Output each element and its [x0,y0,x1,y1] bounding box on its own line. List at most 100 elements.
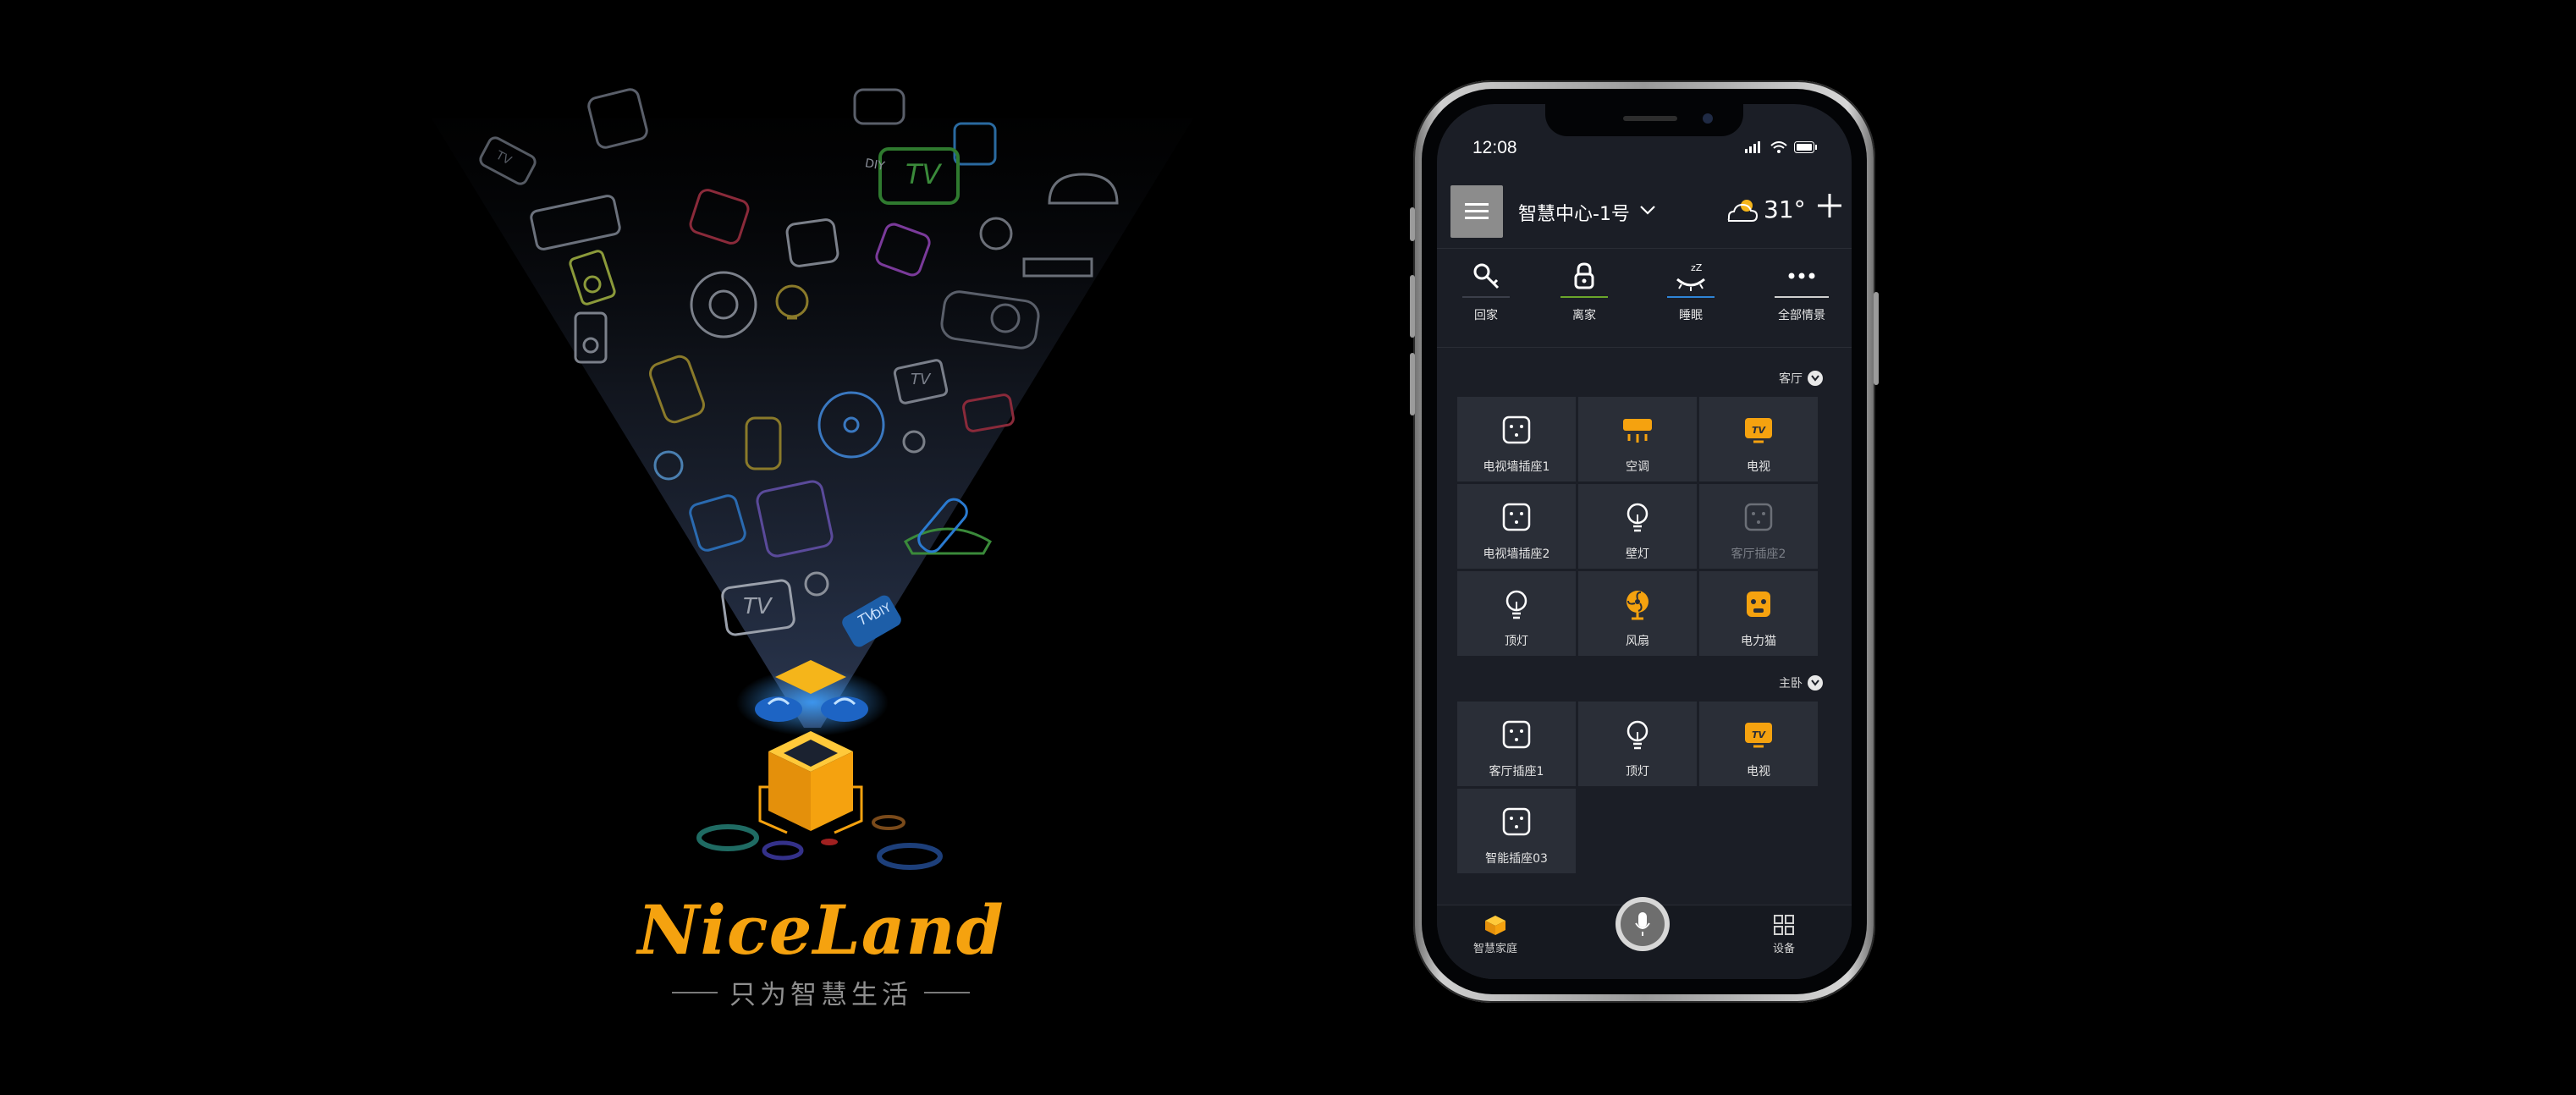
slogan-text: 只为智慧生活 [729,980,912,1010]
app-header: 智慧中心-1号 31° [1437,185,1852,241]
device-label: 客厅插座1 [1489,765,1544,779]
hamburger-icon [1465,210,1489,212]
tv-icon: TV [1745,723,1772,748]
tab-smart-home[interactable]: 智慧家庭 [1466,914,1525,955]
scene-label: 回家 [1474,309,1498,322]
lock-icon [1574,262,1594,289]
scene-all[interactable]: 全部情景 [1764,259,1840,323]
bulb-icon [1627,503,1649,532]
glow-ring [762,840,804,861]
grid-icon [1774,915,1794,935]
room-header-living[interactable]: 客厅 [1779,370,1823,387]
scene-underline [1667,296,1715,298]
phone-frame: 12:08 智慧中心-1号 31° 回家 离家 zZ 睡眠 全部情景 客厅 电视… [1410,80,1879,1003]
svg-text:TV: TV [1752,729,1767,740]
socket-icon [1502,807,1531,836]
tv-icon-label: TV [743,594,772,619]
power-button [1874,292,1879,385]
status-icons [1745,141,1818,153]
device-tile[interactable]: TV 电视 [1699,397,1818,481]
add-icon[interactable] [1813,189,1847,223]
app-screen: 12:08 智慧中心-1号 31° 回家 离家 zZ 睡眠 全部情景 客厅 电视… [1437,104,1852,979]
device-tile[interactable]: 智能插座03 [1457,789,1576,873]
svg-text:zZ: zZ [1691,262,1703,273]
hamburger-icon [1465,217,1489,219]
temperature: 31° [1764,195,1806,223]
device-tile[interactable]: 客厅插座1 [1457,702,1576,786]
glow-ring [696,824,759,851]
glow-dot [821,839,838,845]
device-label: 风扇 [1626,635,1649,648]
device-tile[interactable]: 顶灯 [1457,571,1576,656]
microphone-icon [1635,912,1650,936]
phone-bezel: 12:08 智慧中心-1号 31° 回家 离家 zZ 睡眠 全部情景 客厅 电视… [1422,89,1867,994]
scene-label: 睡眠 [1679,309,1703,322]
scene-home[interactable]: 回家 [1454,259,1518,323]
device-label: 壁灯 [1626,548,1649,561]
room-name: 主卧 [1779,677,1803,691]
device-label: 电视墙插座2 [1483,548,1550,561]
status-time: 12:08 [1472,138,1517,157]
chevron-down-icon[interactable] [1638,201,1657,219]
air-conditioner-icon [1623,419,1652,443]
device-tile[interactable]: 电视墙插座1 [1457,397,1576,481]
device-tile[interactable]: TV 电视 [1699,702,1818,786]
hub-selector-label[interactable]: 智慧中心-1号 [1518,199,1630,226]
voice-button[interactable] [1616,897,1670,951]
slogan-dash-right [924,991,970,993]
glow-ring [877,843,943,870]
device-label: 电视墙插座1 [1483,460,1550,474]
device-label: 电视 [1747,765,1770,779]
room-header-master-bedroom[interactable]: 主卧 [1779,674,1823,691]
front-camera [1703,113,1713,124]
notch [1545,104,1743,136]
socket-icon [1502,503,1531,531]
slogan-dash-left [672,991,718,993]
scene-label: 离家 [1572,309,1596,322]
chevron-down-icon[interactable] [1808,371,1823,386]
fan-icon [1627,591,1649,620]
brand-logotype: NiceLand [637,890,1005,970]
room-name: 客厅 [1779,372,1803,386]
device-label: 客厅插座2 [1731,548,1786,561]
scene-underline [1775,296,1829,298]
chevron-down-icon[interactable] [1808,675,1823,691]
wifi-icon [1770,141,1787,153]
bottom-tab-bar: 智慧家庭 设备 [1437,897,1852,979]
bulb-icon [1627,720,1649,750]
device-label: 空调 [1626,460,1649,474]
hamburger-icon [1465,203,1489,206]
tv-icon-label: TV [905,158,941,190]
cellular-signal-icon [1745,141,1760,153]
device-grid-living: 电视墙插座1 空调 TV 电视 电视墙插座2 壁灯 客厅插座2 顶灯 风扇 电力… [1457,397,1818,656]
key-icon [1473,263,1500,289]
device-tile[interactable]: 客厅插座2 [1699,484,1818,569]
device-label: 电力猫 [1741,635,1776,648]
scene-away[interactable]: 离家 [1552,259,1616,323]
menu-button[interactable] [1450,185,1503,238]
tab-label: 智慧家庭 [1472,943,1517,955]
scene-underline [1462,296,1510,298]
device-tile[interactable]: 壁灯 [1578,484,1697,569]
svg-text:TV: TV [1752,425,1767,436]
scene-sleep[interactable]: zZ 睡眠 [1659,259,1723,323]
battery-icon [1794,141,1817,153]
socket-icon [1502,720,1531,749]
sleep-icon: zZ [1676,262,1705,291]
bulb-icon [1505,590,1527,619]
device-label: 顶灯 [1505,635,1528,648]
tv-icon-label: TV [911,371,931,388]
device-tile[interactable]: 电力猫 [1699,571,1818,656]
earpiece [1623,116,1677,121]
device-tile[interactable]: 电视墙插座2 [1457,484,1576,569]
tab-label: 设备 [1772,943,1795,955]
device-tile[interactable]: 风扇 [1578,571,1697,656]
volume-up-button [1410,275,1415,338]
diy-module-label: DIY [863,157,886,173]
device-tile[interactable]: 空调 [1578,397,1697,481]
device-tile[interactable]: 顶灯 [1578,702,1697,786]
slogan: 只为智慧生活 [669,973,973,1011]
tab-devices[interactable]: 设备 [1759,914,1809,955]
home-cube-icon [1485,916,1505,935]
device-grid-master-bedroom: 客厅插座1 顶灯 TV 电视 智能插座03 [1457,702,1818,873]
